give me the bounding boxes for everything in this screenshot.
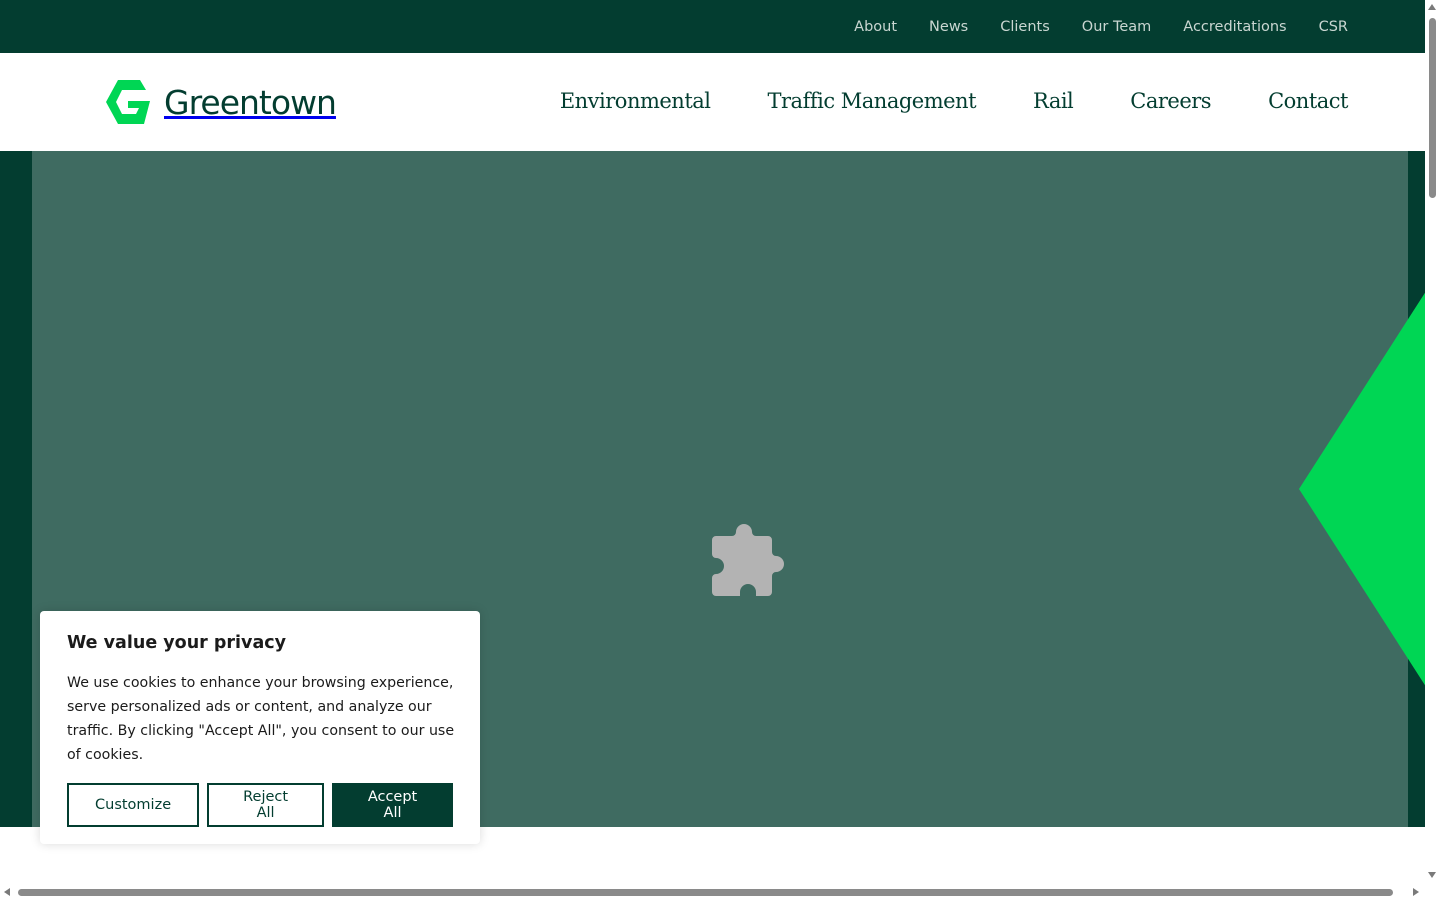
nav-careers[interactable]: Careers — [1130, 89, 1211, 113]
top-utility-bar: About News Clients Our Team Accreditatio… — [0, 0, 1425, 53]
utility-link-accreditations[interactable]: Accreditations — [1183, 19, 1286, 35]
scroll-left-arrow-icon[interactable] — [4, 888, 10, 896]
nav-rail[interactable]: Rail — [1033, 89, 1074, 113]
greentown-g-logo-icon — [106, 80, 150, 124]
horizontal-scrollbar[interactable] — [0, 885, 1425, 900]
customize-button[interactable]: Customize — [67, 783, 200, 827]
vertical-scroll-thumb[interactable] — [1429, 18, 1436, 198]
main-nav: Environmental Traffic Management Rail Ca… — [560, 89, 1349, 113]
utility-nav: About News Clients Our Team Accreditatio… — [854, 0, 1348, 53]
nav-contact[interactable]: Contact — [1268, 89, 1348, 113]
nav-environmental[interactable]: Environmental — [560, 89, 711, 113]
utility-link-clients[interactable]: Clients — [1000, 19, 1050, 35]
reject-all-button[interactable]: Reject All — [207, 783, 325, 827]
utility-link-about[interactable]: About — [854, 19, 897, 35]
cookie-title: We value your privacy — [67, 633, 287, 653]
cookie-consent-banner: We value your privacy We use cookies to … — [40, 611, 480, 844]
logo-text: Greentown — [164, 82, 337, 122]
scroll-right-arrow-icon[interactable] — [1413, 888, 1419, 896]
plugin-puzzle-icon — [712, 524, 784, 596]
vertical-scrollbar[interactable] — [1425, 0, 1440, 900]
horizontal-scroll-thumb[interactable] — [18, 889, 1393, 896]
nav-traffic-management[interactable]: Traffic Management — [768, 89, 977, 113]
utility-link-news[interactable]: News — [929, 19, 968, 35]
scroll-down-arrow-icon[interactable] — [1428, 872, 1436, 878]
green-diamond-shape — [1299, 292, 1425, 686]
cookie-text: We use cookies to enhance your browsing … — [67, 675, 455, 763]
cookie-buttons: Customize Reject All Accept All — [67, 783, 453, 827]
site-header: Greentown Environmental Traffic Manageme… — [0, 53, 1425, 151]
accept-all-button[interactable]: Accept All — [332, 783, 453, 827]
utility-link-our-team[interactable]: Our Team — [1082, 19, 1152, 35]
utility-link-csr[interactable]: CSR — [1319, 19, 1348, 35]
scroll-up-arrow-icon[interactable] — [1428, 4, 1436, 10]
site-logo[interactable]: Greentown — [106, 80, 337, 124]
